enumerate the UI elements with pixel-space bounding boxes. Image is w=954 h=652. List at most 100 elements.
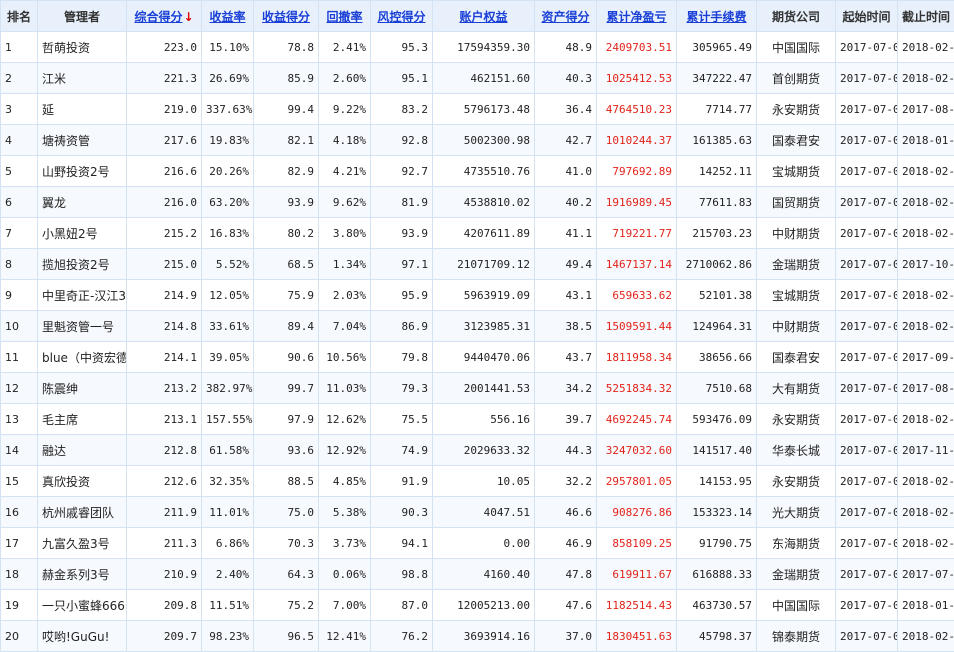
table-row[interactable]: 11blue（中资宏德）214.139.05%90.610.56%79.8944…	[1, 342, 954, 373]
equity: 462151.60	[433, 63, 535, 94]
header-drawdown[interactable]: 回撤率	[319, 1, 371, 32]
rank-cell: 2	[1, 63, 38, 94]
table-row[interactable]: 16杭州戚睿团队211.911.01%75.05.38%90.34047.514…	[1, 497, 954, 528]
fee: 616888.33	[677, 559, 757, 590]
drawdown: 2.03%	[319, 280, 371, 311]
overall-score: 213.2	[127, 373, 202, 404]
table-row[interactable]: 5山野投资2号216.620.26%82.94.21%92.74735510.7…	[1, 156, 954, 187]
return-rate: 2.40%	[202, 559, 254, 590]
equity: 2001441.53	[433, 373, 535, 404]
rank-cell: 11	[1, 342, 38, 373]
manager-name[interactable]: 一只小蜜蜂666	[38, 590, 127, 621]
rank-cell: 12	[1, 373, 38, 404]
fee: 7714.77	[677, 94, 757, 125]
table-row[interactable]: 18赫金系列3号210.92.40%64.30.06%98.84160.4047…	[1, 559, 954, 590]
manager-name[interactable]: 赫金系列3号	[38, 559, 127, 590]
header-return-rate[interactable]: 收益率	[202, 1, 254, 32]
manager-name[interactable]: 翼龙	[38, 187, 127, 218]
table-row[interactable]: 13毛主席213.1157.55%97.912.62%75.5556.1639.…	[1, 404, 954, 435]
rank-cell: 18	[1, 559, 38, 590]
rank-cell: 8	[1, 249, 38, 280]
manager-name[interactable]: 中里奇正-汉江3号	[38, 280, 127, 311]
manager-name[interactable]: 毛主席	[38, 404, 127, 435]
net-pnl: 5251834.32	[597, 373, 677, 404]
start-date: 2017-07-03	[836, 528, 898, 559]
net-pnl: 2409703.51	[597, 32, 677, 63]
end-date: 2018-02-14	[898, 311, 954, 342]
table-row[interactable]: 15真欣投资212.632.35%88.54.85%91.910.0532.22…	[1, 466, 954, 497]
manager-name[interactable]: 山野投资2号	[38, 156, 127, 187]
start-date: 2017-07-03	[836, 342, 898, 373]
manager-name[interactable]: blue（中资宏德）	[38, 342, 127, 373]
table-row[interactable]: 1哲萌投资223.015.10%78.82.41%95.317594359.30…	[1, 32, 954, 63]
table-row[interactable]: 14融达212.861.58%93.612.92%74.92029633.324…	[1, 435, 954, 466]
start-date: 2017-07-03	[836, 218, 898, 249]
risk-score: 95.1	[371, 63, 433, 94]
table-row[interactable]: 3延219.0337.63%99.49.22%83.25796173.4836.…	[1, 94, 954, 125]
asset-score: 34.2	[535, 373, 597, 404]
start-date: 2017-07-05	[836, 32, 898, 63]
net-pnl: 908276.86	[597, 497, 677, 528]
header-net-pnl[interactable]: 累计净盈亏	[597, 1, 677, 32]
end-date: 2017-07-31	[898, 559, 954, 590]
table-row[interactable]: 6翼龙216.063.20%93.99.62%81.94538810.0240.…	[1, 187, 954, 218]
manager-name[interactable]: 真欣投资	[38, 466, 127, 497]
asset-score: 32.2	[535, 466, 597, 497]
table-row[interactable]: 12陈震绅213.2382.97%99.711.03%79.32001441.5…	[1, 373, 954, 404]
rank-cell: 15	[1, 466, 38, 497]
header-overall-score[interactable]: 综合得分↓	[127, 1, 202, 32]
return-rate: 337.63%	[202, 94, 254, 125]
header-asset-score[interactable]: 资产得分	[535, 1, 597, 32]
manager-name[interactable]: 九富久盈3号	[38, 528, 127, 559]
risk-score: 79.8	[371, 342, 433, 373]
manager-name[interactable]: 塘祷资管	[38, 125, 127, 156]
asset-score: 39.7	[535, 404, 597, 435]
table-row[interactable]: 19一只小蜜蜂666209.811.51%75.27.00%87.0120052…	[1, 590, 954, 621]
fee: 124964.31	[677, 311, 757, 342]
rank-cell: 17	[1, 528, 38, 559]
header-fee[interactable]: 累计手续费	[677, 1, 757, 32]
net-pnl: 619911.67	[597, 559, 677, 590]
table-row[interactable]: 4塘祷资管217.619.83%82.14.18%92.85002300.984…	[1, 125, 954, 156]
asset-score: 43.7	[535, 342, 597, 373]
table-row[interactable]: 7小黑妞2号215.216.83%80.23.80%93.94207611.89…	[1, 218, 954, 249]
manager-name[interactable]: 江米	[38, 63, 127, 94]
overall-score: 215.0	[127, 249, 202, 280]
manager-name[interactable]: 延	[38, 94, 127, 125]
header-equity[interactable]: 账户权益	[433, 1, 535, 32]
header-return-score[interactable]: 收益得分	[254, 1, 319, 32]
return-rate: 26.69%	[202, 63, 254, 94]
manager-name[interactable]: 杭州戚睿团队	[38, 497, 127, 528]
return-rate: 33.61%	[202, 311, 254, 342]
table-row[interactable]: 8揽旭投资2号215.05.52%68.51.34%97.121071709.1…	[1, 249, 954, 280]
manager-name[interactable]: 揽旭投资2号	[38, 249, 127, 280]
equity: 5963919.09	[433, 280, 535, 311]
table-row[interactable]: 2江米221.326.69%85.92.60%95.1462151.6040.3…	[1, 63, 954, 94]
rank-cell: 3	[1, 94, 38, 125]
asset-score: 36.4	[535, 94, 597, 125]
table-row[interactable]: 10里魁资管一号214.833.61%89.47.04%86.93123985.…	[1, 311, 954, 342]
table-row[interactable]: 17九富久盈3号211.36.86%70.33.73%94.10.0046.98…	[1, 528, 954, 559]
risk-score: 95.3	[371, 32, 433, 63]
asset-score: 48.9	[535, 32, 597, 63]
table-row[interactable]: 9中里奇正-汉江3号214.912.05%75.92.03%95.9596391…	[1, 280, 954, 311]
net-pnl: 719221.77	[597, 218, 677, 249]
return-rate: 32.35%	[202, 466, 254, 497]
net-pnl: 1467137.14	[597, 249, 677, 280]
return-score: 88.5	[254, 466, 319, 497]
manager-name[interactable]: 融达	[38, 435, 127, 466]
futures-company: 金瑞期货	[757, 249, 836, 280]
manager-name[interactable]: 陈震绅	[38, 373, 127, 404]
end-date: 2018-01-11	[898, 590, 954, 621]
manager-name[interactable]: 哲萌投资	[38, 32, 127, 63]
return-score: 68.5	[254, 249, 319, 280]
manager-name[interactable]: 里魁资管一号	[38, 311, 127, 342]
end-date: 2017-10-24	[898, 249, 954, 280]
fee: 161385.63	[677, 125, 757, 156]
end-date: 2018-02-14	[898, 466, 954, 497]
start-date: 2017-07-01	[836, 94, 898, 125]
overall-score: 214.9	[127, 280, 202, 311]
risk-score: 90.3	[371, 497, 433, 528]
header-risk-score[interactable]: 风控得分	[371, 1, 433, 32]
manager-name[interactable]: 小黑妞2号	[38, 218, 127, 249]
